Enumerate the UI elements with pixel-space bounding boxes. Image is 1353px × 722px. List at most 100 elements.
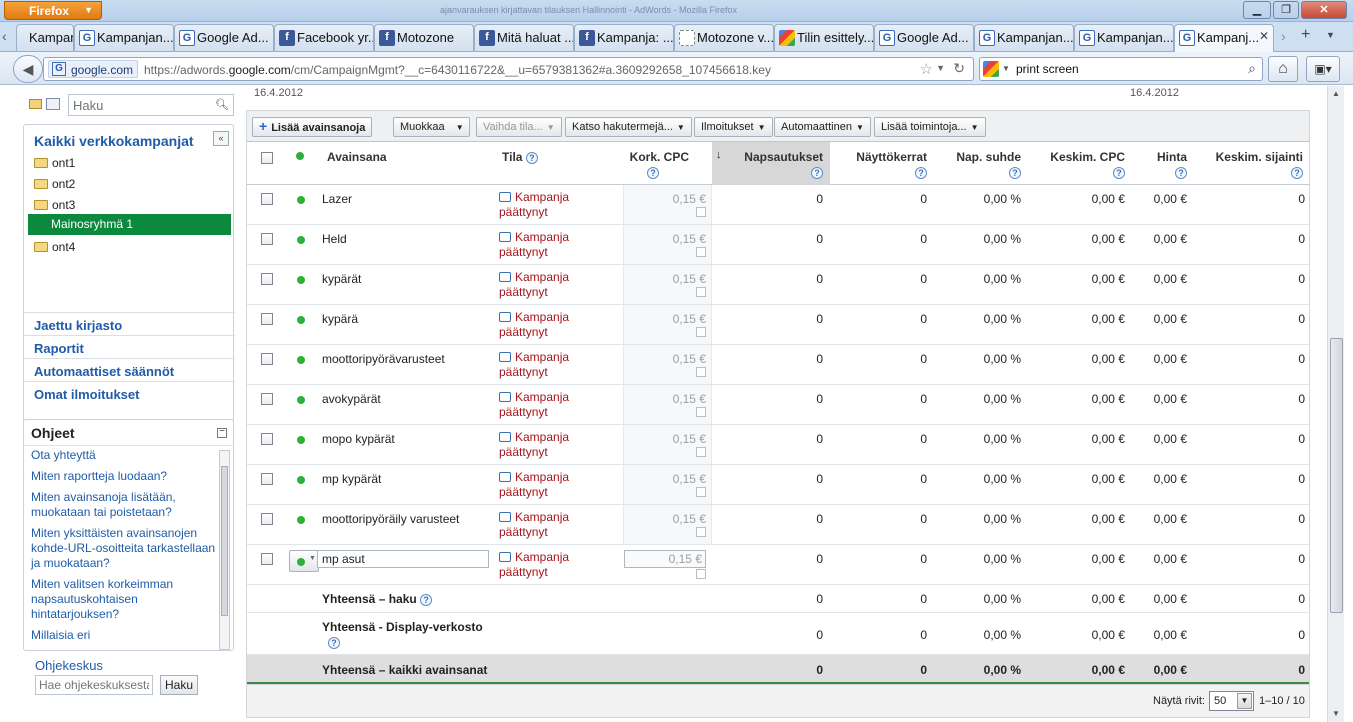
maximize-button[interactable]: ❐ <box>1273 1 1299 19</box>
automated-rules-link[interactable]: Automaattiset säännöt <box>24 358 235 381</box>
browser-tab[interactable]: Tilin esittely... <box>774 24 874 51</box>
max-cpc-cell[interactable]: 0,15 € <box>623 265 712 304</box>
rows-per-page-select[interactable]: 50 ▼ <box>1209 691 1254 711</box>
browser-tab[interactable]: G Google Ad... <box>174 24 274 51</box>
chart-icon[interactable] <box>696 207 706 217</box>
col-impressions[interactable]: Näyttökerrat? <box>837 150 927 179</box>
col-keyword[interactable]: Avainsana <box>327 150 387 164</box>
url-text[interactable]: https://adwords.google.com/cm/CampaignMg… <box>144 63 771 77</box>
browser-tab[interactable]: G Kampanjan... <box>74 24 174 51</box>
close-window-button[interactable]: ✕ <box>1301 1 1347 19</box>
my-alerts-link[interactable]: Omat ilmoitukset <box>24 381 235 404</box>
tree-item-ad-group-selected[interactable]: Mainosryhmä 1 <box>28 214 231 235</box>
col-ctr[interactable]: Nap. suhde? <box>937 150 1021 179</box>
status-toggle-button[interactable]: ▼ <box>289 550 319 572</box>
browser-tab[interactable]: f Mitä haluat ... <box>474 24 574 51</box>
keyword-text[interactable]: Held <box>322 232 347 246</box>
search-engine-icon[interactable] <box>983 61 999 77</box>
select-all-checkbox[interactable] <box>261 152 273 164</box>
keyword-text[interactable]: kypärä <box>322 312 358 326</box>
table-row[interactable]: ▼ mp asut Kampanja päättynyt 0,15 € 0 0 0,00 % 0… <box>247 545 1309 585</box>
bookmark-star-icon[interactable]: ☆ <box>920 60 933 78</box>
table-row[interactable]: kypärät Kampanja päättynyt 0,15 € 0 0 0,00 % 0,… <box>247 265 1309 305</box>
table-row[interactable]: moottoripyöräily varusteet Kampanja päätty… <box>247 505 1309 545</box>
search-query-text[interactable]: print screen <box>1016 62 1079 76</box>
minimize-help-icon[interactable]: − <box>217 427 227 438</box>
folder-icon[interactable] <box>29 99 42 109</box>
status-cell[interactable]: Kampanja päättynyt <box>499 430 569 460</box>
chart-icon[interactable] <box>696 367 706 377</box>
help-icon[interactable]: ? <box>811 166 823 179</box>
scroll-up-icon[interactable]: ▲ <box>1328 86 1344 102</box>
url-history-dropdown-icon[interactable]: ▼ <box>936 63 945 73</box>
shared-library-link[interactable]: Jaettu kirjasto <box>24 312 235 335</box>
help-link[interactable]: Miten yksittäisten avainsanojen kohde-UR… <box>31 526 216 571</box>
row-checkbox[interactable] <box>261 393 273 405</box>
sidebar-search-input[interactable] <box>68 94 234 116</box>
browser-tab[interactable]: G Kampanjan... <box>1074 24 1174 51</box>
help-search-button[interactable]: Haku <box>160 675 198 695</box>
table-row[interactable]: kypärä Kampanja päättynyt 0,15 € 0 0 0,00 % 0,0… <box>247 305 1309 345</box>
list-tabs-icon[interactable]: ▼ <box>1326 30 1335 40</box>
scrollbar-thumb[interactable] <box>221 466 228 616</box>
max-cpc-cell[interactable]: 0,15 € <box>623 305 712 344</box>
help-icon[interactable]: ? <box>420 593 433 606</box>
col-status[interactable]: Tila ? <box>502 150 538 164</box>
chart-icon[interactable] <box>696 527 706 537</box>
help-link[interactable]: Miten avainsanoja lisätään, muokataan ta… <box>31 490 216 520</box>
status-cell[interactable]: Kampanja päättynyt <box>499 230 569 260</box>
status-cell[interactable]: Kampanja päättynyt <box>499 350 569 380</box>
minimize-button[interactable]: ▁ <box>1243 1 1271 19</box>
tree-item-ont1[interactable]: ont1 <box>34 153 75 173</box>
browser-tab[interactable]: G Kampanjan... <box>974 24 1074 51</box>
site-identity-button[interactable]: Ggoogle.com <box>48 60 139 78</box>
row-checkbox[interactable] <box>261 353 273 365</box>
search-engine-dropdown-icon[interactable]: ▼ <box>1002 64 1010 73</box>
change-status-dropdown[interactable]: Vaihda tila... ▼ <box>476 117 562 137</box>
url-bar[interactable]: Ggoogle.com https://adwords.google.com/c… <box>43 57 974 81</box>
status-cell[interactable]: Kampanja päättynyt <box>499 310 569 340</box>
browser-tab[interactable]: Motozone v... <box>674 24 774 51</box>
status-cell[interactable]: Kampanja päättynyt <box>499 550 569 580</box>
chart-icon[interactable] <box>696 407 706 417</box>
status-cell[interactable]: Kampanja päättynyt <box>499 190 569 220</box>
row-checkbox[interactable] <box>261 513 273 525</box>
status-cell[interactable]: Kampanja päättynyt <box>499 390 569 420</box>
chart-icon[interactable] <box>696 487 706 497</box>
help-link[interactable]: Ota yhteyttä <box>31 448 216 463</box>
table-row[interactable]: mp kypärät Kampanja päättynyt 0,15 € 0 0 0,00 … <box>247 465 1309 505</box>
tabs-scroll-left-icon[interactable]: ‹ <box>2 28 7 44</box>
help-icon[interactable]: ? <box>1175 166 1187 179</box>
keyword-text[interactable]: moottoripyöräily varusteet <box>322 512 459 526</box>
tabs-scroll-right-icon[interactable]: › <box>1281 28 1286 44</box>
row-checkbox[interactable] <box>261 273 273 285</box>
keyword-text[interactable]: mopo kypärät <box>322 432 395 446</box>
search-icon[interactable]: 🔍︎ <box>215 98 229 111</box>
browser-tab[interactable]: f Facebook yr... <box>274 24 374 51</box>
help-icon[interactable]: ? <box>1291 166 1303 179</box>
row-checkbox[interactable] <box>261 233 273 245</box>
table-row[interactable]: moottoripyörävarusteet Kampanja päättynyt 0… <box>247 345 1309 385</box>
max-cpc-edit-input[interactable]: 0,15 € <box>624 550 706 568</box>
help-icon[interactable]: ? <box>1009 166 1021 179</box>
chart-icon[interactable] <box>696 447 706 457</box>
table-row[interactable]: Lazer Kampanja päättynyt 0,15 € 0 0 0,00 % 0,00… <box>247 185 1309 225</box>
more-actions-dropdown[interactable]: Lisää toimintoja... ▼ <box>874 117 986 137</box>
help-link[interactable]: Miten valitsen korkeimman napsautuskohta… <box>31 577 216 622</box>
keyword-text[interactable]: Lazer <box>322 192 352 206</box>
col-avg-cpc[interactable]: Keskim. CPC? <box>1037 150 1125 179</box>
help-center-label[interactable]: Ohjekeskus <box>35 658 103 673</box>
row-checkbox[interactable] <box>261 313 273 325</box>
automate-dropdown[interactable]: Automaattinen ▼ <box>774 117 871 137</box>
max-cpc-cell[interactable]: 0,15 € <box>623 385 712 424</box>
table-row[interactable]: mopo kypärät Kampanja päättynyt 0,15 € 0 0 0,0… <box>247 425 1309 465</box>
add-keywords-button[interactable]: + Lisää avainsanoja <box>252 117 373 137</box>
max-cpc-cell[interactable]: 0,15 € <box>623 345 712 384</box>
edit-dropdown[interactable]: Muokkaa ▼ <box>393 117 470 137</box>
search-terms-dropdown[interactable]: Katso hakutermejä... ▼ <box>565 117 692 137</box>
chart-icon[interactable] <box>696 247 706 257</box>
status-cell[interactable]: Kampanja päättynyt <box>499 510 569 540</box>
new-tab-icon[interactable]: + <box>1301 26 1310 44</box>
browser-tab[interactable]: f Motozone <box>374 24 474 51</box>
keyword-text[interactable]: avokypärät <box>322 392 381 406</box>
